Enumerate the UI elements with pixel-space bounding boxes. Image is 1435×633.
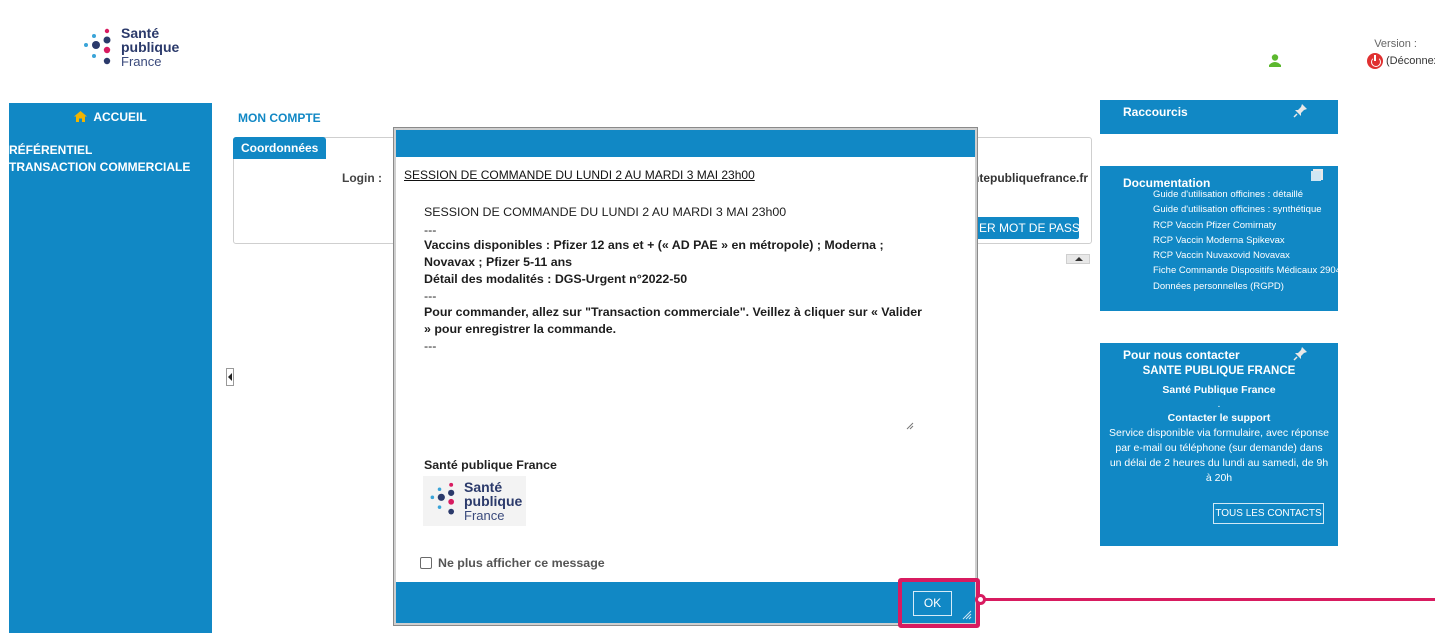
doc-link[interactable]: Guide d'utilisation officines : synthéti… xyxy=(1153,202,1391,217)
logo-text-sante: Santé xyxy=(121,25,160,41)
santé-publique-france-logo[interactable]: Santé publique France xyxy=(80,26,179,70)
change-password-button[interactable]: ER MOT DE PASSE xyxy=(967,217,1079,239)
message-line: --- xyxy=(424,289,437,303)
message-textarea[interactable]: SESSION DE COMMANDE DU LUNDI 2 AU MARDI … xyxy=(416,198,922,433)
page-title: MON COMPTE xyxy=(238,111,321,125)
doc-link[interactable]: RCP Vaccin Pfizer Comirnaty xyxy=(1153,218,1391,233)
contact-separator: . xyxy=(1217,398,1221,410)
logo-dots-icon xyxy=(84,28,111,65)
sidebar-toggle-button[interactable] xyxy=(226,368,234,386)
logo-text-france: France xyxy=(121,53,162,69)
message-line: SESSION DE COMMANDE DU LUNDI 2 AU MARDI … xyxy=(424,205,787,219)
user-icon[interactable] xyxy=(1267,53,1283,69)
documentation-links: Guide d'utilisation officines : détaillé… xyxy=(1153,187,1391,294)
sidebar-item-referentiel[interactable]: RÉFÉRENTIEL xyxy=(9,143,92,157)
login-value: ntepubliquefrance.fr xyxy=(972,171,1089,185)
contact-support-line: un délai de 2 heures du lundi au samedi,… xyxy=(1109,457,1329,469)
pin-icon[interactable] xyxy=(1293,103,1308,118)
contact-title: Pour nous contacter xyxy=(1123,348,1240,362)
highlight-pointer-dot xyxy=(975,594,986,605)
dialog-body: SESSION DE COMMANDE DU LUNDI 2 AU MARDI … xyxy=(396,157,975,582)
power-icon[interactable] xyxy=(1367,53,1383,69)
tab-coordonnees[interactable]: Coordonnées xyxy=(233,137,327,159)
contact-panel: Pour nous contacter SANTE PUBLIQUE FRANC… xyxy=(1100,343,1338,546)
login-label: Login : xyxy=(342,171,382,185)
dont-show-again-label[interactable]: Ne plus afficher ce message xyxy=(438,556,605,570)
sidebar-item-home[interactable]: ACCUEIL xyxy=(9,110,212,124)
header: Santé publique France Version : (Déconne… xyxy=(0,0,1435,100)
dialog-footer xyxy=(396,582,975,623)
message-line: » pour enregistrer la commande. xyxy=(424,322,617,336)
contact-support-line: par e-mail ou téléphone (sur demande) da… xyxy=(1115,442,1323,454)
documents-icon[interactable] xyxy=(1310,168,1324,182)
message-line: Pour commander, allez sur "Transaction c… xyxy=(424,305,922,319)
collapse-up-button[interactable] xyxy=(1066,254,1090,264)
doc-link[interactable]: RCP Vaccin Moderna Spikevax xyxy=(1153,233,1391,248)
message-line: --- xyxy=(424,223,437,237)
contact-org-upper: SANTE PUBLIQUE FRANCE xyxy=(1142,365,1296,377)
logo-text-sante: Santé xyxy=(464,479,503,495)
doc-link[interactable]: Fiche Commande Dispositifs Médicaux 2904… xyxy=(1153,263,1391,278)
textarea-resize-icon[interactable] xyxy=(906,422,914,430)
contact-support-line: Service disponible via formulaire, avec … xyxy=(1108,427,1330,439)
all-contacts-button[interactable]: TOUS LES CONTACTS xyxy=(1213,503,1324,524)
signature-text: Santé publique France xyxy=(424,458,557,472)
sidebar-item-transaction-commerciale[interactable]: TRANSACTION COMMERCIALE xyxy=(9,160,190,174)
logo-text-france: France xyxy=(464,507,505,523)
contact-support-line: à 20h xyxy=(1205,472,1233,484)
contact-org: Santé Publique France xyxy=(1162,384,1276,396)
dont-show-again-row[interactable]: Ne plus afficher ce message xyxy=(420,556,605,570)
message-line: Détail des modalités : DGS-Urgent n°2022… xyxy=(424,272,688,286)
dialog-titlebar[interactable] xyxy=(396,130,975,157)
dont-show-again-checkbox[interactable] xyxy=(420,557,432,569)
message-line: Novavax ; Pfizer 5-11 ans xyxy=(424,255,573,269)
version-label: Version : xyxy=(1374,38,1417,50)
sidebar: ACCUEIL RÉFÉRENTIEL TRANSACTION COMMERCI… xyxy=(9,103,212,633)
signature-logo: Santé publique France xyxy=(423,476,527,526)
contact-support-title: Contacter le support xyxy=(1167,412,1271,424)
dialog-title: SESSION DE COMMANDE DU LUNDI 2 AU MARDI … xyxy=(404,168,755,182)
sidebar-home-label: ACCUEIL xyxy=(93,110,147,124)
message-line: --- xyxy=(424,339,437,353)
highlight-pointer-line xyxy=(980,598,1435,601)
documentation-panel: Documentation Guide d'utilisation offici… xyxy=(1100,166,1391,311)
message-line: Vaccins disponibles : Pfizer 12 ans et +… xyxy=(424,238,884,252)
pin-icon[interactable] xyxy=(1293,346,1308,361)
logo-text-publique: publique xyxy=(464,493,523,510)
ok-button-highlight xyxy=(898,578,980,628)
shortcuts-title: Raccourcis xyxy=(1123,105,1188,119)
doc-link[interactable]: RCP Vaccin Nuvaxovid Novavax xyxy=(1153,248,1391,263)
doc-link[interactable]: Données personnelles (RGPD) xyxy=(1153,279,1391,294)
logo-text-publique: publique xyxy=(121,39,180,56)
doc-link[interactable]: Guide d'utilisation officines : détaillé xyxy=(1153,187,1391,202)
logo-dots-icon xyxy=(430,482,455,515)
logout-link[interactable]: (Déconnexi xyxy=(1386,55,1435,67)
shortcuts-panel: Raccourcis xyxy=(1100,100,1338,134)
home-icon xyxy=(74,111,88,122)
